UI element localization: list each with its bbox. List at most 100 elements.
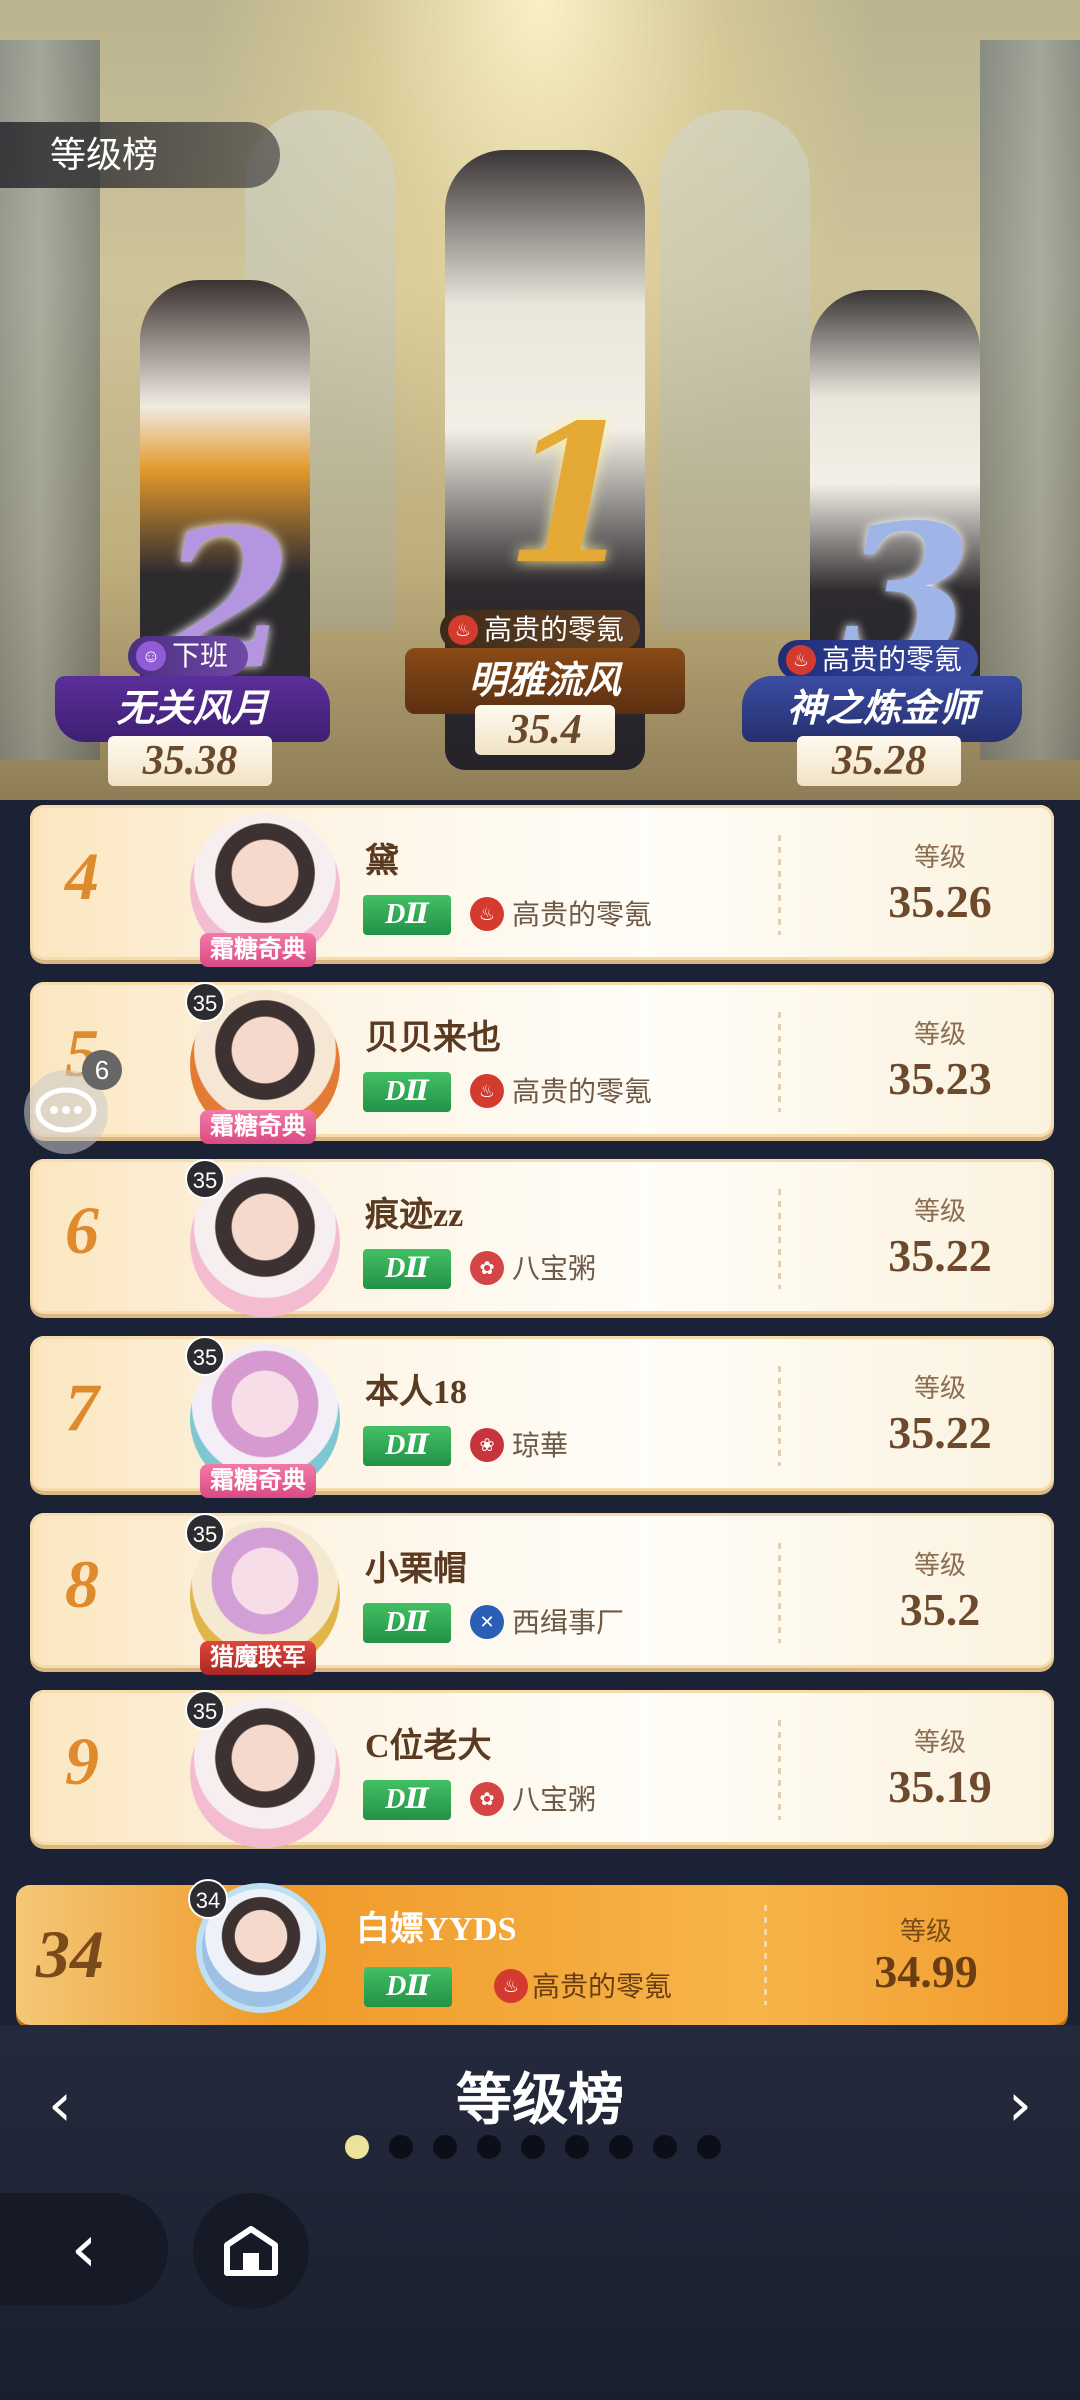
level-label: 等级: [913, 1727, 966, 1757]
podium-2-guild: ☺ 下班: [128, 636, 248, 676]
level-label: 等级: [913, 1550, 966, 1580]
level-value: 35.26: [888, 876, 992, 927]
guild-name: 高贵的零氪: [512, 1076, 653, 1107]
page-dot[interactable]: [609, 2135, 633, 2159]
chat-unread-count: 6: [82, 1050, 122, 1090]
next-board-button[interactable]: ›: [990, 2075, 1050, 2135]
level-value: 35.2: [899, 1584, 981, 1635]
ranking-row-9[interactable]: 9 35 C位老大 DⅡ ✿ 八宝粥 等级 35.19: [30, 1690, 1054, 1848]
guild-flower-icon: ✿: [470, 1251, 504, 1285]
rank-number: 6: [65, 1192, 99, 1268]
rank-tier-badge: DⅡ: [363, 1249, 451, 1289]
ranking-row-5[interactable]: 5 35 霜糖奇典 贝贝来也 DⅡ ♨ 高贵的零氪 等级 35.23: [30, 982, 1054, 1144]
page-dot[interactable]: [521, 2135, 545, 2159]
level-label: 等级: [913, 1373, 966, 1403]
player-name: 白嫖YYDS: [356, 1911, 517, 1948]
rank-tier-badge: DⅡ: [364, 1967, 452, 2007]
level-label: 等级: [913, 842, 966, 872]
guild-cross-icon: ✕: [470, 1605, 504, 1639]
level-value: 35.22: [888, 1230, 992, 1281]
ranking-row-8[interactable]: 8 35 猎魔联军 小栗帽 DⅡ ✕ 西缉事厂 等级 35.2: [30, 1513, 1054, 1675]
podium-2-guild-label: 下班: [172, 640, 229, 671]
podium-2-name[interactable]: 无关风月: [55, 676, 330, 742]
player-name: C位老大: [365, 1728, 492, 1765]
podium-1-guild-label: 高贵的零氪: [484, 614, 625, 645]
avatar-frame-tag: 猎魔联军: [200, 1641, 316, 1675]
guild-name: 高贵的零氪: [532, 1971, 673, 2002]
avatar-frame-tag: 霜糖奇典: [200, 1464, 316, 1498]
level-label: 等级: [913, 1019, 966, 1049]
rank-tier-badge: DⅡ: [363, 1780, 451, 1820]
ranking-row-6[interactable]: 6 35 痕迹zz DⅡ ✿ 八宝粥 等级 35.22: [30, 1159, 1054, 1317]
my-ranking-row[interactable]: 34 34 白嫖YYDS DⅡ ♨ 高贵的零氪 等级 34.99: [16, 1879, 1068, 2025]
guild-emblem-icon: ☺: [136, 641, 166, 671]
podium-3-guild: ♨ 高贵的零氪: [778, 640, 978, 680]
rank-number: 4: [65, 838, 99, 914]
avatar-level-badge: 34: [188, 1879, 228, 1919]
guild-name: 高贵的零氪: [512, 899, 653, 930]
home-button[interactable]: [193, 2193, 309, 2309]
guild-flower-icon: ✿: [470, 1782, 504, 1816]
divider: [778, 1189, 781, 1289]
page-dot[interactable]: [345, 2135, 369, 2159]
level-value: 35.22: [888, 1407, 992, 1458]
back-button[interactable]: ‹: [0, 2193, 168, 2305]
page-dot[interactable]: [477, 2135, 501, 2159]
player-name: 本人18: [365, 1374, 467, 1411]
board-name: 等级榜: [456, 2068, 624, 2131]
pillar-right: [980, 40, 1080, 760]
avatar-frame-tag: 霜糖奇典: [200, 933, 316, 967]
page-indicator: [345, 2135, 721, 2165]
rank-tier-badge: DⅡ: [363, 1603, 451, 1643]
flame-icon: ♨: [494, 1969, 528, 2003]
flame-icon: ♨: [448, 615, 478, 645]
level-label: 等级: [913, 1196, 966, 1226]
guild-name: 八宝粥: [512, 1253, 597, 1284]
rank-number: 7: [65, 1369, 99, 1445]
page-dot[interactable]: [433, 2135, 457, 2159]
statue-right: [660, 110, 810, 630]
guild-flower-icon: ❀: [470, 1428, 504, 1462]
avatar-level-badge: 35: [185, 1513, 225, 1553]
avatar-level-badge: 35: [185, 1690, 225, 1730]
level-value: 34.99: [874, 1946, 978, 1997]
home-icon: [224, 2226, 278, 2276]
rank-tier-badge: DⅡ: [363, 895, 451, 935]
flame-icon: ♨: [470, 897, 504, 931]
page-dot[interactable]: [389, 2135, 413, 2159]
divider: [778, 1012, 781, 1112]
podium-3-score: 35.28: [797, 736, 961, 786]
divider: [778, 1543, 781, 1643]
podium-3-name[interactable]: 神之炼金师: [742, 676, 1022, 742]
podium-rank-1-number: 1: [505, 383, 638, 606]
ranking-row-7[interactable]: 7 35 霜糖奇典 本人18 DⅡ ❀ 琼華 等级 35.22: [30, 1336, 1054, 1498]
player-name: 小栗帽: [365, 1551, 467, 1588]
player-name: 黛: [365, 843, 399, 880]
rank-tier-badge: DⅡ: [363, 1072, 451, 1112]
guild-name: 琼華: [512, 1430, 569, 1461]
podium-1-score: 35.4: [475, 705, 615, 755]
guild-name: 八宝粥: [512, 1784, 597, 1815]
rank-number: 8: [65, 1546, 99, 1622]
ranking-row-4[interactable]: 4 霜糖奇典 黛 DⅡ ♨ 高贵的零氪 等级 35.26: [30, 805, 1054, 967]
divider: [778, 835, 781, 935]
page-dot[interactable]: [653, 2135, 677, 2159]
flame-icon: ♨: [470, 1074, 504, 1108]
page-dot[interactable]: [697, 2135, 721, 2159]
level-label: 等级: [899, 1916, 952, 1946]
avatar-level-badge: 35: [185, 1159, 225, 1199]
rank-tier-badge: DⅡ: [363, 1426, 451, 1466]
podium-3-guild-label: 高贵的零氪: [822, 644, 963, 675]
level-value: 35.19: [888, 1761, 992, 1812]
podium-2-score: 35.38: [108, 736, 272, 786]
player-name: 贝贝来也: [365, 1020, 501, 1057]
flame-icon: ♨: [786, 645, 816, 675]
avatar-frame-tag: 霜糖奇典: [200, 1110, 316, 1144]
avatar-level-badge: 35: [185, 1336, 225, 1376]
player-name: 痕迹zz: [365, 1197, 464, 1234]
podium-1-guild: ♨ 高贵的零氪: [440, 610, 640, 650]
page-dot[interactable]: [565, 2135, 589, 2159]
level-value: 35.23: [888, 1053, 992, 1104]
prev-board-button[interactable]: ‹: [30, 2075, 90, 2135]
divider: [764, 1905, 767, 2005]
